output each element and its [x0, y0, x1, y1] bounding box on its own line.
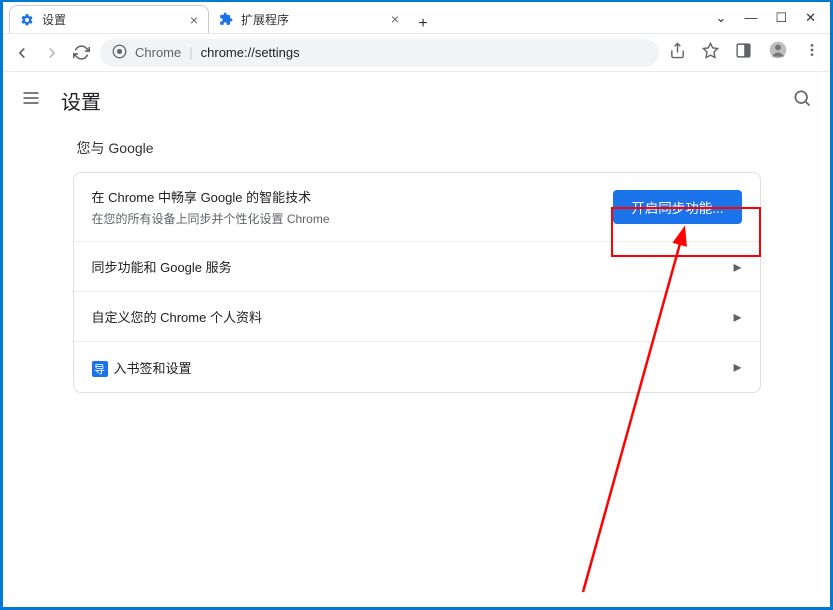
- chevron-right-icon: ▸: [733, 307, 741, 327]
- content-header: 设置: [3, 72, 830, 128]
- window-controls: ⌄ ― ☐ ✕: [702, 2, 830, 33]
- settings-card: 在 Chrome 中畅享 Google 的智能技术 在您的所有设备上同步并个性化…: [73, 172, 761, 393]
- panel-icon[interactable]: [735, 42, 752, 64]
- maximize-button[interactable]: ☐: [775, 10, 787, 26]
- tab-title: 扩展程序: [241, 11, 383, 28]
- close-icon[interactable]: ×: [190, 12, 198, 28]
- new-tab-button[interactable]: +: [409, 15, 437, 33]
- page-title: 设置: [61, 86, 772, 115]
- chevron-down-icon[interactable]: ⌄: [716, 10, 727, 26]
- reload-button[interactable]: [73, 44, 90, 62]
- sync-promo-row: 在 Chrome 中畅享 Google 的智能技术 在您的所有设备上同步并个性化…: [74, 173, 760, 242]
- row-label: 同步功能和 Google 服务: [92, 257, 734, 276]
- close-icon[interactable]: ×: [391, 11, 399, 27]
- row-label: 入书签和设置: [114, 361, 192, 376]
- section-title: 您与 Google: [73, 138, 761, 172]
- customize-profile-row[interactable]: 自定义您的 Chrome 个人资料 ▸: [74, 292, 760, 342]
- hamburger-icon[interactable]: [21, 88, 41, 113]
- chevron-right-icon: ▸: [733, 257, 741, 277]
- url-separator: |: [189, 45, 192, 60]
- bookmark-icon[interactable]: [702, 42, 719, 64]
- url-path: chrome://settings: [201, 45, 300, 60]
- import-bookmarks-row[interactable]: 导入书签和设置 ▸: [74, 342, 760, 392]
- chevron-right-icon: ▸: [733, 357, 741, 377]
- profile-icon[interactable]: [768, 40, 788, 65]
- sync-services-row[interactable]: 同步功能和 Google 服务 ▸: [74, 242, 760, 292]
- import-icon: 导: [92, 361, 108, 377]
- gear-icon: [20, 13, 34, 27]
- extension-icon: [219, 12, 233, 26]
- browser-tabs: 设置 × 扩展程序 × +: [3, 2, 702, 33]
- address-bar[interactable]: Chrome | chrome://settings: [100, 39, 659, 67]
- settings-content: 您与 Google 在 Chrome 中畅享 Google 的智能技术 在您的所…: [3, 128, 830, 393]
- share-icon[interactable]: [669, 42, 686, 64]
- back-button[interactable]: [13, 44, 31, 62]
- sync-promo-subtitle: 在您的所有设备上同步并个性化设置 Chrome: [92, 210, 614, 227]
- search-icon[interactable]: [792, 88, 812, 113]
- turn-on-sync-button[interactable]: 开启同步功能...: [613, 190, 741, 224]
- row-label: 自定义您的 Chrome 个人资料: [92, 307, 734, 326]
- tab-extensions[interactable]: 扩展程序 ×: [209, 5, 409, 33]
- sync-promo-title: 在 Chrome 中畅享 Google 的智能技术: [92, 187, 614, 206]
- chrome-icon: [112, 44, 127, 62]
- menu-icon[interactable]: [804, 42, 820, 63]
- url-app-label: Chrome: [135, 45, 181, 60]
- tab-title: 设置: [42, 11, 182, 28]
- browser-toolbar: Chrome | chrome://settings: [3, 34, 830, 72]
- tab-settings[interactable]: 设置 ×: [9, 5, 209, 33]
- minimize-button[interactable]: ―: [744, 10, 757, 25]
- close-window-button[interactable]: ✕: [805, 10, 816, 26]
- forward-button[interactable]: [43, 44, 61, 62]
